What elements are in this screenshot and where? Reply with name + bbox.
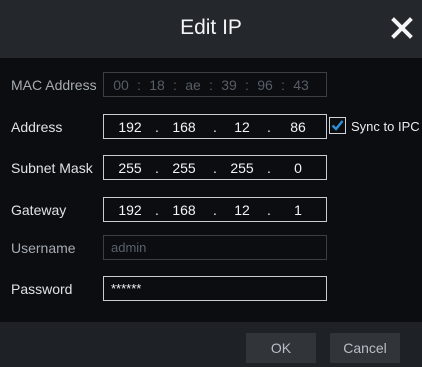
gateway-octet[interactable]: 12 (222, 202, 262, 218)
gateway-octet[interactable]: 1 (278, 202, 318, 218)
gateway-separator: . (213, 202, 217, 218)
subnet-separator: . (155, 160, 159, 176)
gateway-field[interactable]: 192 . 168 . 12 . 1 (103, 197, 327, 222)
mac-segment: 00 (113, 77, 129, 93)
gateway-separator: . (267, 202, 271, 218)
address-field[interactable]: 192 . 168 . 12 . 86 (103, 114, 327, 139)
subnet-octet[interactable]: 255 (110, 160, 150, 176)
mac-separator: : (281, 77, 285, 93)
subnet-separator: . (213, 160, 217, 176)
mac-segment: 96 (257, 77, 273, 93)
mac-address-field: 00 : 18 : ae : 39 : 96 : 43 (103, 72, 327, 97)
subnet-octet[interactable]: 255 (222, 160, 262, 176)
dialog-titlebar: Edit IP (0, 0, 422, 58)
password-label: Password (11, 281, 73, 297)
address-separator: . (267, 119, 271, 135)
dialog-title: Edit IP (180, 16, 242, 39)
sync-to-ipc-checkbox[interactable] (329, 117, 346, 134)
close-icon (391, 17, 413, 39)
gateway-label: Gateway (11, 202, 67, 218)
address-separator: . (155, 119, 159, 135)
address-label: Address (11, 119, 63, 135)
gateway-octet[interactable]: 192 (110, 202, 150, 218)
username-field: admin (103, 235, 327, 260)
ok-button[interactable]: OK (246, 333, 316, 363)
password-field[interactable]: ****** (103, 276, 327, 301)
checkmark-icon (331, 120, 344, 131)
address-octet[interactable]: 192 (110, 119, 150, 135)
mac-separator: : (209, 77, 213, 93)
mac-segment: ae (185, 77, 201, 93)
mac-separator: : (245, 77, 249, 93)
address-separator: . (213, 119, 217, 135)
subnet-octet[interactable]: 0 (278, 160, 318, 176)
mac-separator: : (137, 77, 141, 93)
sync-to-ipc-label: Sync to IPC (351, 119, 420, 134)
subnet-mask-field[interactable]: 255 . 255 . 255 . 0 (103, 155, 327, 180)
gateway-separator: . (155, 202, 159, 218)
mac-segment: 43 (293, 77, 309, 93)
close-button[interactable] (388, 13, 416, 43)
edit-ip-dialog: Edit IP MAC Address 00 : 18 : ae : 39 : … (0, 0, 422, 367)
subnet-octet[interactable]: 255 (164, 160, 204, 176)
subnet-mask-label: Subnet Mask (11, 160, 93, 176)
mac-segment: 18 (149, 77, 165, 93)
gateway-octet[interactable]: 168 (164, 202, 204, 218)
address-octet[interactable]: 168 (164, 119, 204, 135)
cancel-button[interactable]: Cancel (330, 333, 400, 363)
mac-segment: 39 (221, 77, 237, 93)
mac-address-label: MAC Address (11, 77, 97, 93)
address-octet[interactable]: 12 (222, 119, 262, 135)
address-octet[interactable]: 86 (278, 119, 318, 135)
username-label: Username (11, 240, 76, 256)
subnet-separator: . (267, 160, 271, 176)
mac-separator: : (173, 77, 177, 93)
